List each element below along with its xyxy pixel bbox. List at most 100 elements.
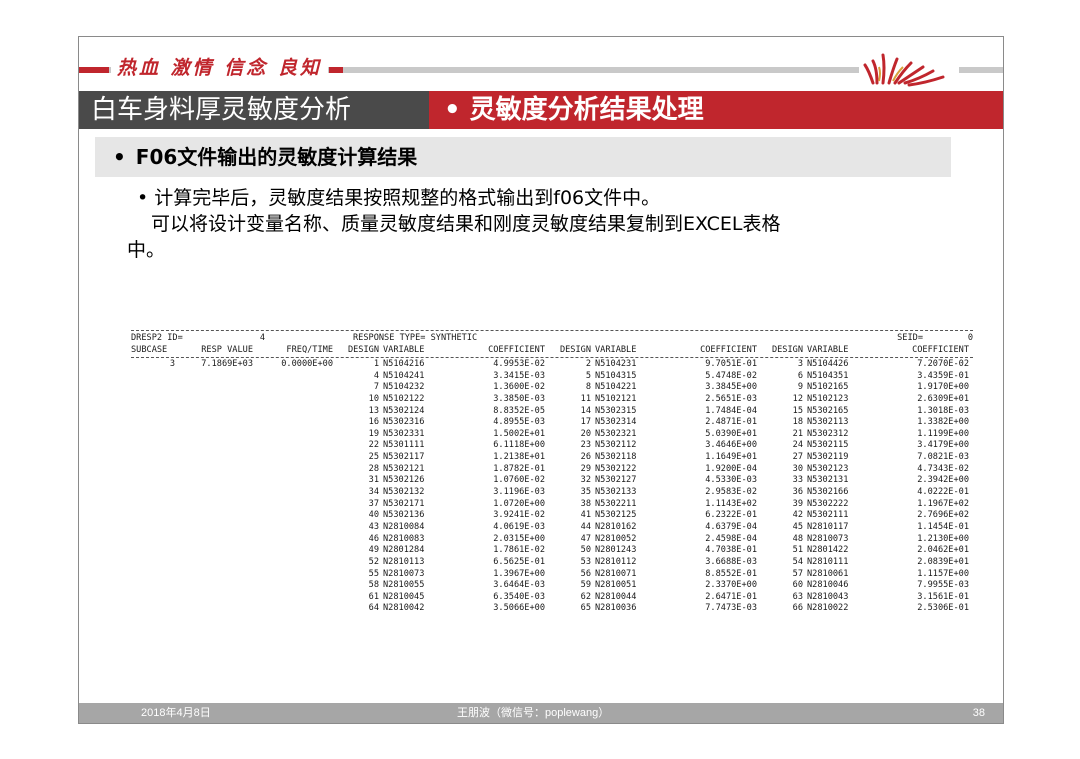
cell-coefficient: 4.7038E-01 <box>705 545 757 556</box>
cell-coefficient: 5.4748E-02 <box>705 370 757 381</box>
table-row: 25 N5302117 1.2138E+01 26 N5302118 1.1649E+01… <box>131 452 973 464</box>
cell-design: 55 <box>368 568 379 579</box>
cell-resp-value <box>175 487 253 499</box>
cell-subcase <box>131 452 175 464</box>
cell-variable: N2810022 <box>807 603 849 614</box>
cell-coefficient: 3.3845E+00 <box>705 382 757 393</box>
cell-subcase <box>131 487 175 499</box>
cell-coefficient: 9.7051E-01 <box>705 359 757 369</box>
table-row: 28 N5302121 1.8782E-01 29 N5302122 1.9200E-04… <box>131 464 973 476</box>
col-subcase: SUBCASE <box>131 345 168 355</box>
design-group: 52 N2810113 6.5625E-01 <box>333 557 545 569</box>
table-row: 61 N2810045 6.3540E-03 62 N2810044 2.6471E-01… <box>131 592 973 604</box>
red-grass-logo-icon <box>859 45 959 91</box>
col-variable: VARIABLE <box>807 345 849 355</box>
cell-design: 28 <box>368 463 379 474</box>
brand-divider-accent <box>329 67 343 73</box>
design-group: 11 N5102121 2.5651E-03 <box>545 394 757 406</box>
design-group: 31 N5302126 1.0760E-02 <box>333 475 545 487</box>
design-group: 20 N5302321 5.0390E+01 <box>545 429 757 441</box>
seid-label: SEID= <box>897 333 923 343</box>
cell-subcase <box>131 603 175 615</box>
cell-variable: N5302121 <box>383 463 425 474</box>
body-line-3: 中。 <box>127 239 166 261</box>
cell-variable: N2810036 <box>595 603 637 614</box>
table-rule <box>131 330 973 331</box>
cell-variable: N5302125 <box>595 510 637 521</box>
cell-freq <box>253 534 333 546</box>
design-group: 42 N5302111 2.7696E+02 <box>757 510 969 522</box>
cell-coefficient: 2.4871E-01 <box>705 417 757 428</box>
design-group: 3 N5104426 7.2070E-02 <box>757 359 969 371</box>
cell-variable: N5302132 <box>383 487 425 498</box>
cell-coefficient: 6.2322E-01 <box>705 510 757 521</box>
cell-coefficient: 2.0839E+01 <box>917 556 969 567</box>
design-group: 4 N5104241 3.3415E-03 <box>333 371 545 383</box>
cell-coefficient: 1.1157E+00 <box>917 568 969 579</box>
cell-variable: N2810071 <box>595 568 637 579</box>
design-group: 45 N2810117 1.1454E-01 <box>757 522 969 534</box>
cell-variable: N5302127 <box>595 475 637 486</box>
cell-resp-value <box>175 382 253 394</box>
table-row: 4 N5104241 3.3415E-03 5 N5104315 5.4748E-02 6 N… <box>131 371 973 383</box>
table-header-1: DRESP2 ID= 4 RESPONSE TYPE= SYNTHETIC SE… <box>131 332 973 344</box>
cell-subcase <box>131 464 175 476</box>
cell-coefficient: 3.3850E-03 <box>493 393 545 404</box>
cell-design: 18 <box>792 417 803 428</box>
cell-variable: N2810055 <box>383 580 425 591</box>
design-group: 53 N2810112 3.6688E-03 <box>545 557 757 569</box>
cell-coefficient: 1.5002E+01 <box>493 428 545 439</box>
cell-design: 27 <box>792 452 803 463</box>
cell-subcase <box>131 382 175 394</box>
design-group: 65 N2810036 7.7473E-03 <box>545 603 757 615</box>
design-group: 5 N5104315 5.4748E-02 <box>545 371 757 383</box>
cell-subcase <box>131 510 175 522</box>
design-group: 8 N5104221 3.3845E+00 <box>545 382 757 394</box>
design-group: 48 N2810073 1.2130E+00 <box>757 534 969 546</box>
cell-freq <box>253 406 333 418</box>
cell-design: 66 <box>792 603 803 614</box>
cell-design: 35 <box>580 487 591 498</box>
bullet: • <box>137 187 149 209</box>
cell-design: 59 <box>580 580 591 591</box>
cell-resp-value <box>175 534 253 546</box>
cell-design: 48 <box>792 533 803 544</box>
cell-variable: N5302314 <box>595 417 637 428</box>
cell-variable: N2810043 <box>807 591 849 602</box>
cell-freq <box>253 522 333 534</box>
col-coefficient: COEFFICIENT <box>912 345 969 355</box>
bullet: • <box>113 145 126 169</box>
footer-author: 王朋波（微信号：poplewang） <box>457 707 610 719</box>
cell-design: 26 <box>580 452 591 463</box>
design-group: 46 N2810083 2.0315E+00 <box>333 534 545 546</box>
cell-design: 41 <box>580 510 591 521</box>
cell-coefficient: 7.9955E-03 <box>917 580 969 591</box>
cell-variable: N2810051 <box>595 580 637 591</box>
cell-coefficient: 3.9241E-02 <box>493 510 545 521</box>
cell-coefficient: 8.8552E-01 <box>705 568 757 579</box>
cell-freq <box>253 429 333 441</box>
cell-subcase <box>131 406 175 418</box>
cell-coefficient: 1.7861E-02 <box>493 545 545 556</box>
cell-variable: N2810042 <box>383 603 425 614</box>
cell-resp-value <box>175 557 253 569</box>
cell-design: 54 <box>792 556 803 567</box>
cell-freq <box>253 475 333 487</box>
cell-coefficient: 3.4646E+00 <box>705 440 757 451</box>
cell-coefficient: 1.1649E+01 <box>705 452 757 463</box>
table-header-2: SUBCASE RESP VALUE FREQ/TIME DESIGN VARIA… <box>131 344 973 356</box>
body-line-1: 计算完毕后，灵敏度结果按照规整的格式输出到f06文件中。 <box>154 187 661 209</box>
cell-variable: N2801243 <box>595 545 637 556</box>
motto: 热血 激情 信念 良知 <box>111 54 328 82</box>
design-group: 62 N2810044 2.6471E-01 <box>545 592 757 604</box>
col-design: DESIGN <box>771 345 803 355</box>
col-design: DESIGN <box>347 345 379 355</box>
cell-coefficient: 2.0462E+01 <box>917 545 969 556</box>
cell-resp-value <box>175 406 253 418</box>
cell-resp-value <box>175 417 253 429</box>
cell-resp-value <box>175 603 253 615</box>
col-coefficient: COEFFICIENT <box>488 345 545 355</box>
cell-variable: N5302165 <box>807 405 849 416</box>
cell-coefficient: 1.2138E+01 <box>493 452 545 463</box>
cell-coefficient: 2.6471E-01 <box>705 591 757 602</box>
